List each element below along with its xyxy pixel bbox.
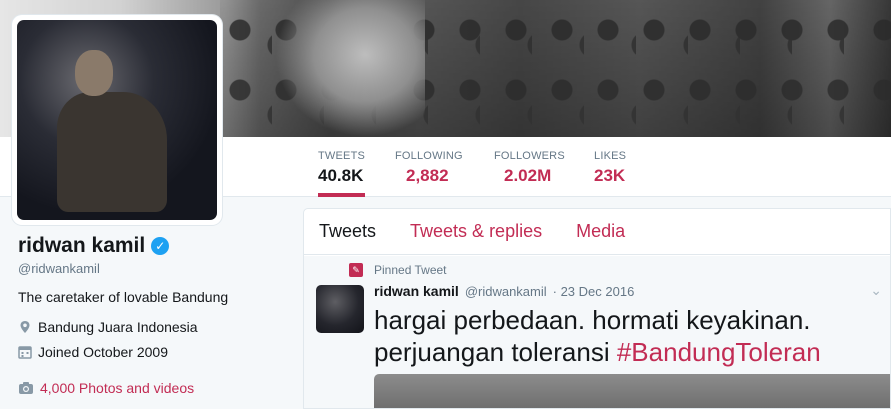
- tweet-text: hargai perbedaan. hormati keyakinan. per…: [374, 304, 874, 368]
- location-pin-icon: [20, 321, 30, 333]
- profile-avatar[interactable]: [12, 15, 222, 225]
- timeline: Tweets Tweets & replies Media ✎ Pinned T…: [303, 208, 891, 409]
- pinned-tweet[interactable]: ✎ Pinned Tweet ridwan kamil @ridwankamil…: [304, 256, 890, 408]
- profile-joined: Joined October 2009: [18, 344, 288, 360]
- stat-likes[interactable]: LIKES 23K: [594, 137, 626, 197]
- tab-media[interactable]: Media: [576, 221, 625, 242]
- pin-icon: ✎: [349, 263, 363, 277]
- stat-value: 2.02M: [504, 166, 552, 185]
- location-text: Bandung Juara Indonesia: [38, 319, 198, 335]
- tweet-author-handle[interactable]: @ridwankamil: [465, 284, 547, 299]
- tweet-avatar[interactable]: [316, 285, 364, 333]
- tweet-hashtag[interactable]: #BandungToleran: [617, 337, 821, 367]
- avatar-image: [17, 20, 217, 220]
- profile-name-row: ridwan kamil ✓: [18, 234, 288, 258]
- joined-text: Joined October 2009: [38, 344, 168, 360]
- pinned-indicator: ✎ Pinned Tweet: [349, 263, 447, 277]
- banner-figure-image: [275, 0, 425, 137]
- stat-followers[interactable]: FOLLOWERS 2.02M: [494, 137, 565, 197]
- stat-value: 23K: [594, 166, 626, 185]
- stat-value: 40.8K: [318, 166, 364, 185]
- chevron-down-icon[interactable]: ⌄: [870, 282, 882, 299]
- profile-name[interactable]: ridwan kamil: [18, 234, 145, 258]
- profile-location: Bandung Juara Indonesia: [18, 319, 288, 335]
- tweet-author-name[interactable]: ridwan kamil: [374, 283, 459, 299]
- stat-label: FOLLOWERS: [494, 150, 565, 162]
- stat-label: FOLLOWING: [395, 150, 463, 162]
- photos-videos-label[interactable]: 4,000 Photos and videos: [40, 380, 194, 396]
- tweet-header: ridwan kamil @ridwankamil · 23 Dec 2016: [374, 283, 634, 299]
- stat-label: TWEETS: [318, 150, 366, 162]
- photos-videos-link[interactable]: 4,000 Photos and videos: [18, 380, 288, 396]
- stat-label: LIKES: [594, 150, 627, 162]
- stat-following[interactable]: FOLLOWING 2,882: [395, 137, 463, 197]
- profile-card: ridwan kamil ✓ @ridwankamil The caretake…: [18, 234, 288, 396]
- timeline-tabs: Tweets Tweets & replies Media: [304, 209, 890, 255]
- tab-tweets-replies[interactable]: Tweets & replies: [410, 221, 542, 242]
- profile-bio: The caretaker of lovable Bandung: [18, 289, 229, 305]
- camera-icon: [19, 382, 33, 394]
- pinned-label: Pinned Tweet: [374, 263, 447, 277]
- verified-badge-icon: ✓: [151, 237, 170, 255]
- stat-tweets[interactable]: TWEETS 40.8K: [318, 137, 366, 197]
- tab-tweets[interactable]: Tweets: [319, 221, 376, 242]
- tweet-date[interactable]: · 23 Dec 2016: [553, 284, 635, 299]
- calendar-icon: [18, 346, 32, 359]
- stat-value: 2,882: [406, 166, 449, 185]
- tweet-media[interactable]: [374, 374, 890, 408]
- profile-handle[interactable]: @ridwankamil: [18, 261, 288, 276]
